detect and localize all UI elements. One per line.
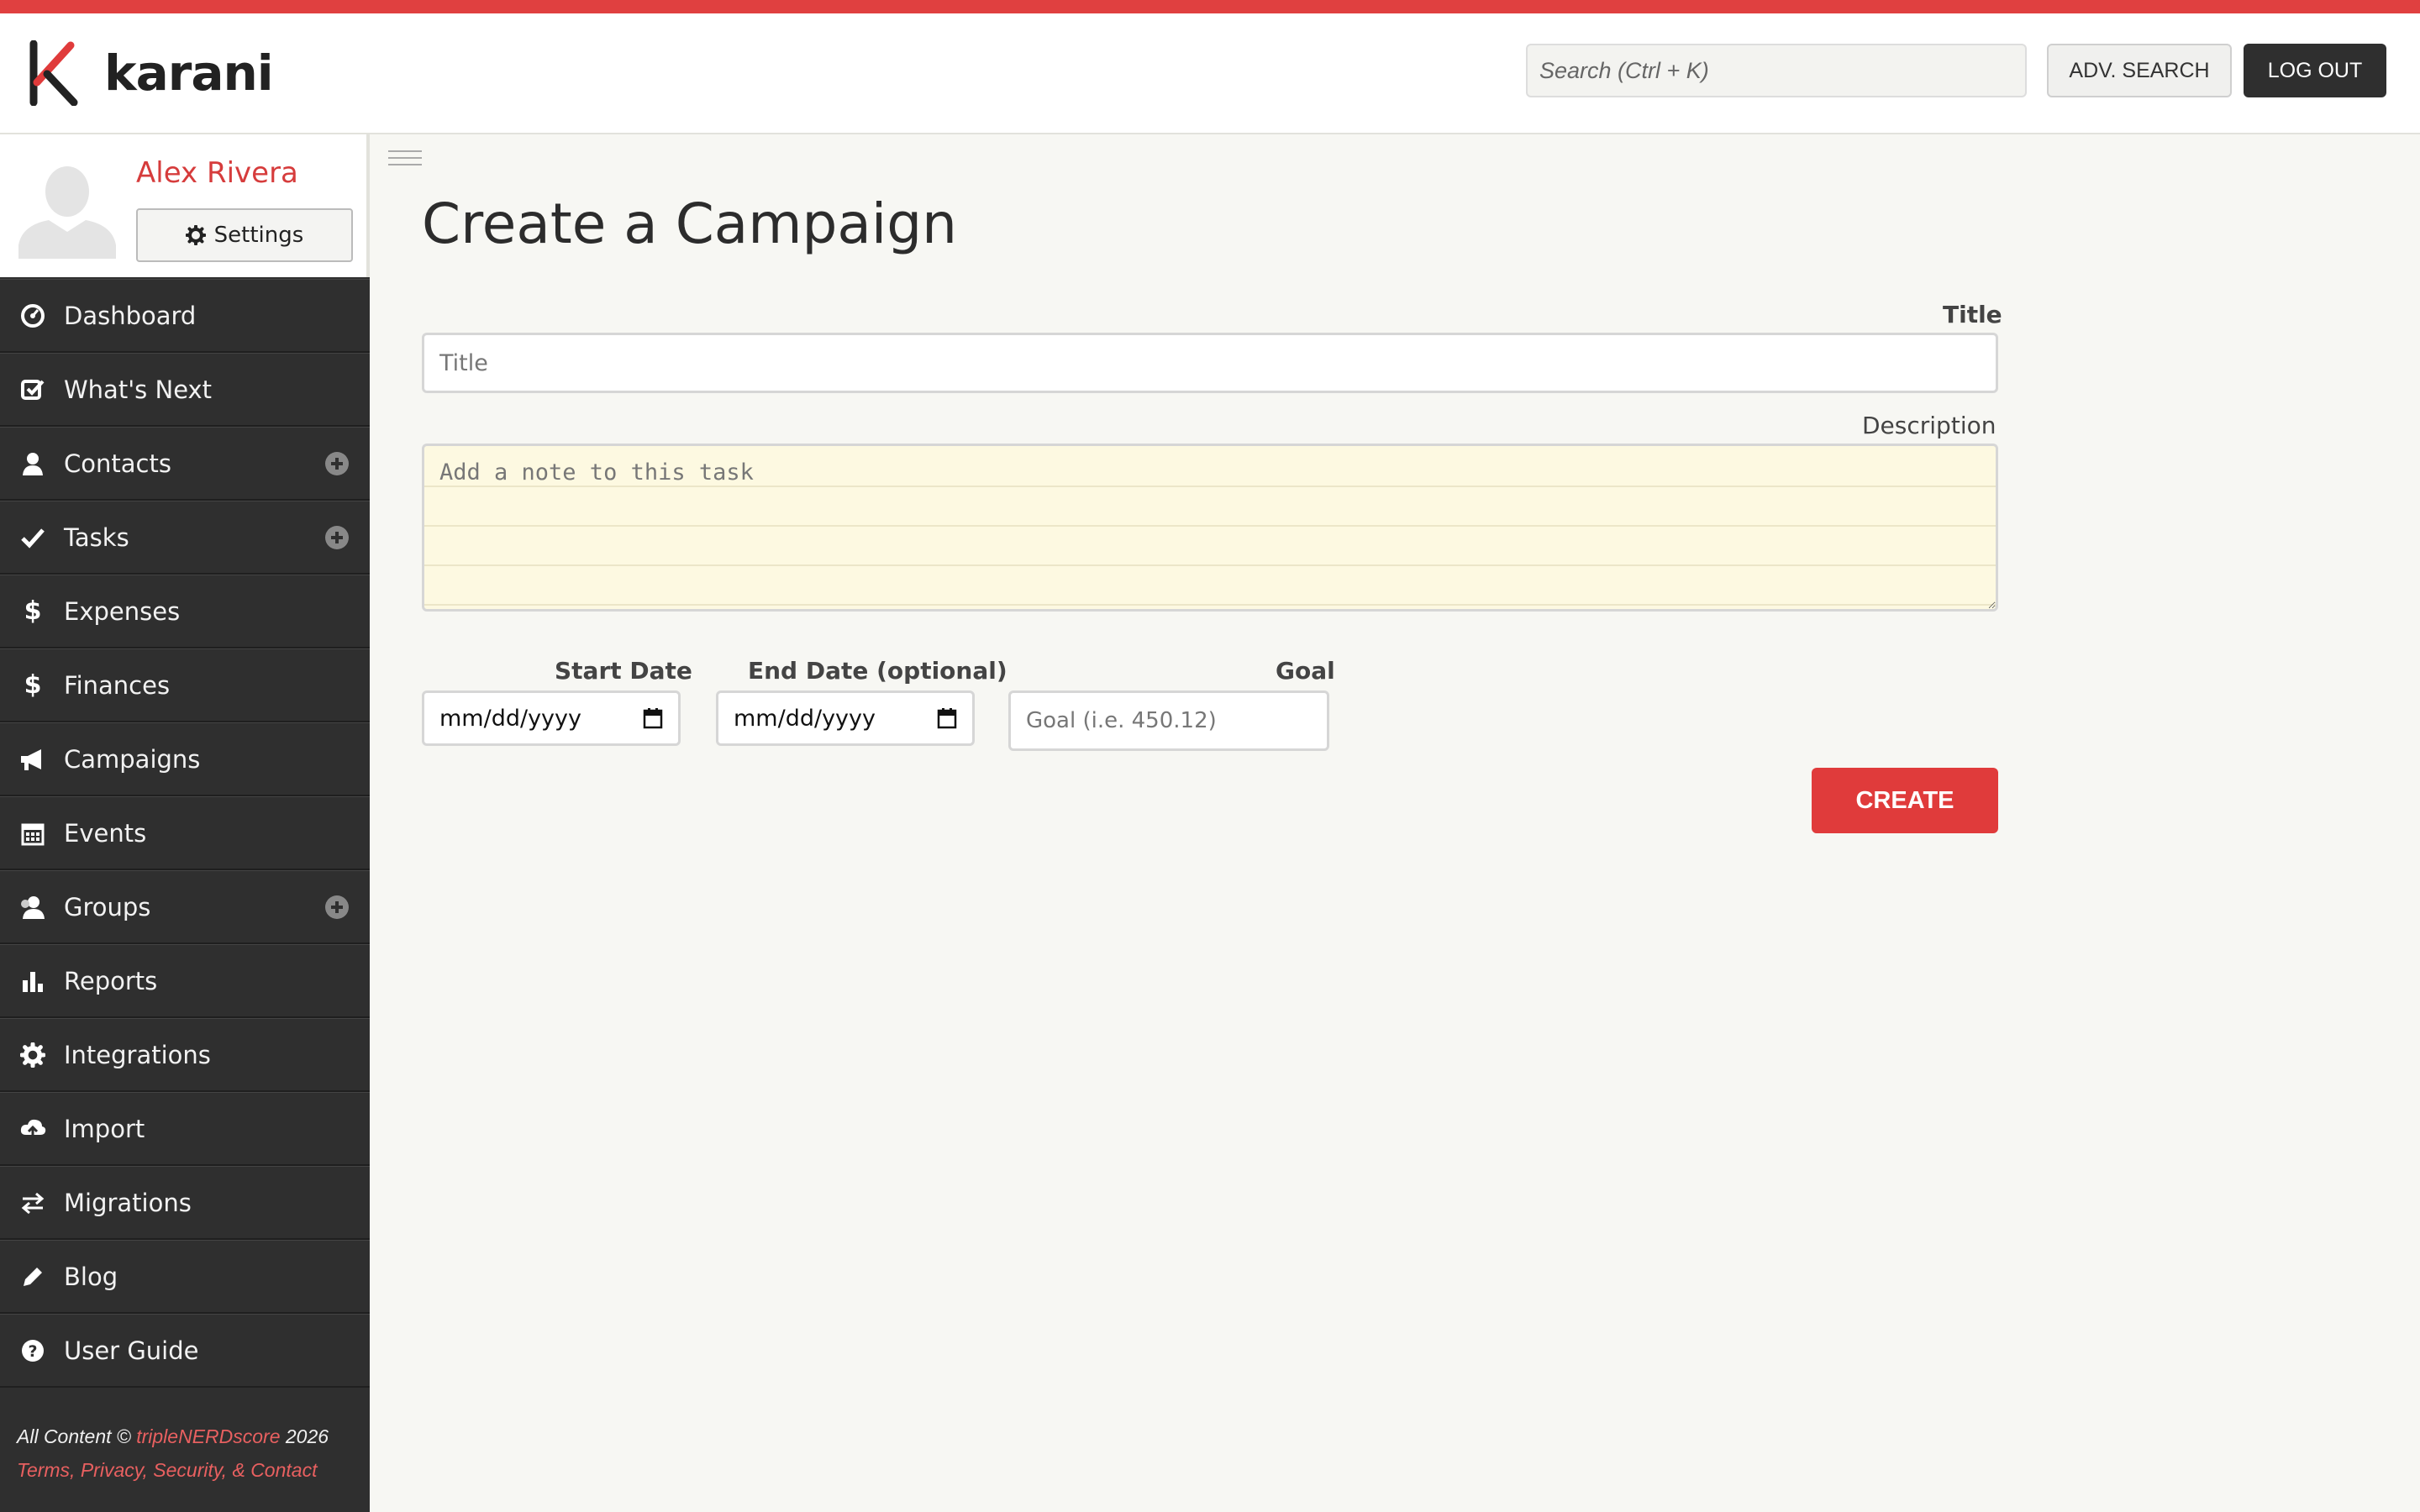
- transfer-icon: [18, 1189, 47, 1217]
- search-input[interactable]: [1526, 44, 2027, 97]
- add-group-icon[interactable]: [324, 895, 350, 920]
- title-input[interactable]: [422, 333, 1998, 393]
- sidebar-item-label: Finances: [64, 670, 171, 700]
- gear-icon: [18, 1041, 47, 1069]
- sidebar-item-reports[interactable]: Reports: [0, 944, 370, 1018]
- group-icon: [18, 893, 47, 921]
- top-accent-stripe: [0, 0, 2420, 13]
- end-date-input[interactable]: mm/dd/yyyy: [716, 690, 975, 746]
- gear-icon: [185, 225, 206, 245]
- start-date-value: mm/dd/yyyy: [439, 705, 581, 732]
- sidebar-item-label: Dashboard: [64, 301, 197, 330]
- goal-label: Goal: [1276, 657, 1335, 685]
- question-icon: ?: [18, 1336, 47, 1365]
- person-icon: [18, 449, 47, 478]
- sidebar-item-label: Blog: [64, 1262, 118, 1291]
- pencil-icon: [18, 1263, 47, 1291]
- dashboard-icon: [18, 302, 47, 330]
- sidebar-item-label: What's Next: [64, 375, 213, 404]
- sidebar-item-label: User Guide: [64, 1336, 199, 1365]
- settings-label: Settings: [213, 223, 304, 248]
- sidebar-item-label: Expenses: [64, 596, 181, 626]
- sidebar-item-groups[interactable]: Groups: [0, 870, 370, 944]
- check-icon: [18, 523, 47, 552]
- sidebar-item-import[interactable]: Import: [0, 1092, 370, 1166]
- sidebar-item-label: Contacts: [64, 449, 171, 478]
- sidebar-item-label: Events: [64, 818, 147, 848]
- page-title: Create a Campaign: [422, 192, 957, 256]
- sidebar-item-label: Reports: [64, 966, 158, 995]
- sidebar-item-label: Import: [64, 1114, 145, 1143]
- sidebar-item-label: Migrations: [64, 1188, 192, 1217]
- dollar-icon: $: [24, 670, 42, 700]
- copyright-line: All Content © tripleNERDscore 2026: [17, 1420, 361, 1453]
- sidebar-item-migrations[interactable]: Migrations: [0, 1166, 370, 1240]
- sidebar-item-blog[interactable]: Blog: [0, 1240, 370, 1314]
- megaphone-icon: [18, 745, 47, 774]
- sidebar-item-label: Campaigns: [64, 744, 201, 774]
- calendar-icon[interactable]: [643, 707, 663, 729]
- sidebar: Alex Rivera Settings Dashboard What's Ne…: [0, 134, 370, 1512]
- advanced-search-button[interactable]: ADV. SEARCH: [2047, 44, 2232, 97]
- cloud-upload-icon: [18, 1115, 47, 1143]
- sidebar-item-tasks[interactable]: Tasks: [0, 501, 370, 575]
- sidebar-nav: Dashboard What's Next Contacts Tasks $ E…: [0, 279, 370, 1388]
- bar-chart-icon: [18, 967, 47, 995]
- create-button[interactable]: CREATE: [1812, 768, 1998, 833]
- profile-panel: Alex Rivera Settings: [0, 134, 370, 277]
- sidebar-item-contacts[interactable]: Contacts: [0, 427, 370, 501]
- sidebar-item-label: Integrations: [64, 1040, 211, 1069]
- logout-button[interactable]: LOG OUT: [2244, 44, 2386, 97]
- description-label: Description: [1862, 412, 1996, 439]
- sidebar-item-integrations[interactable]: Integrations: [0, 1018, 370, 1092]
- goal-input[interactable]: [1008, 690, 1329, 751]
- legal-links[interactable]: Terms, Privacy, Security, & Contact: [17, 1453, 361, 1487]
- start-date-label: Start Date: [555, 657, 692, 685]
- sidebar-item-campaigns[interactable]: Campaigns: [0, 722, 370, 796]
- brand-name: karani: [104, 45, 274, 102]
- sidebar-item-events[interactable]: Events: [0, 796, 370, 870]
- profile-name[interactable]: Alex Rivera: [136, 156, 298, 190]
- add-task-icon[interactable]: [324, 525, 350, 550]
- sidebar-toggle-icon[interactable]: [387, 148, 424, 168]
- settings-button[interactable]: Settings: [136, 208, 353, 262]
- end-date-value: mm/dd/yyyy: [734, 705, 876, 732]
- karani-logo-icon: [29, 40, 78, 106]
- svg-text:?: ?: [28, 1342, 37, 1361]
- start-date-input[interactable]: mm/dd/yyyy: [422, 690, 681, 746]
- add-contact-icon[interactable]: [324, 451, 350, 476]
- company-link[interactable]: tripleNERDscore: [136, 1425, 280, 1447]
- sidebar-item-finances[interactable]: $ Finances: [0, 648, 370, 722]
- sidebar-item-whats-next[interactable]: What's Next: [0, 353, 370, 427]
- sidebar-footer: All Content © tripleNERDscore 2026 Terms…: [17, 1420, 361, 1487]
- sidebar-item-expenses[interactable]: $ Expenses: [0, 575, 370, 648]
- checkbox-icon: [18, 375, 47, 404]
- top-header: karani ADV. SEARCH LOG OUT: [0, 13, 2420, 134]
- title-label: Title: [1943, 301, 2002, 328]
- calendar-icon[interactable]: [937, 707, 957, 729]
- calendar-icon: [18, 819, 47, 848]
- sidebar-item-label: Tasks: [64, 522, 129, 552]
- copyright-year: 2026: [280, 1425, 329, 1447]
- avatar-placeholder-icon: [15, 155, 119, 259]
- sidebar-item-dashboard[interactable]: Dashboard: [0, 279, 370, 353]
- logo[interactable]: karani: [25, 40, 274, 106]
- dollar-icon: $: [24, 596, 42, 626]
- end-date-label: End Date (optional): [748, 657, 1007, 685]
- description-textarea[interactable]: [422, 444, 1998, 612]
- sidebar-item-user-guide[interactable]: ? User Guide: [0, 1314, 370, 1388]
- copyright-prefix: All Content ©: [17, 1425, 137, 1447]
- sidebar-item-label: Groups: [64, 892, 151, 921]
